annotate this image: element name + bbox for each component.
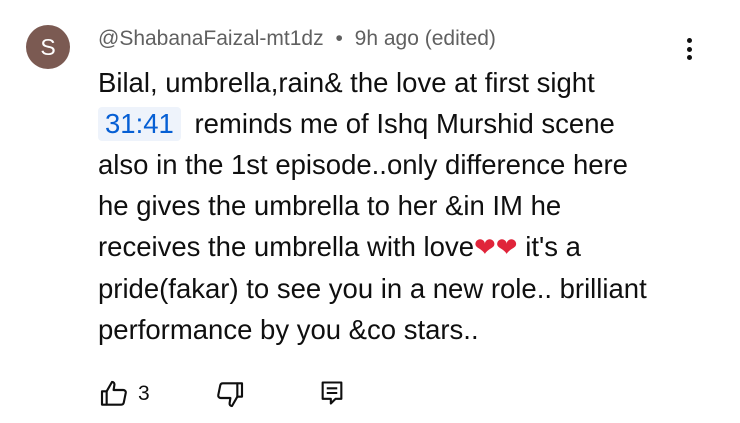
dislike-button[interactable]: [214, 378, 246, 410]
header-separator: •: [335, 27, 343, 50]
vertical-dots-icon[interactable]: [676, 34, 702, 64]
comment-line-2: 31:41 reminds me of Ishq Murshid scene: [98, 103, 708, 144]
comment-line-6: pride(fakar) to see you in a new role.. …: [98, 273, 647, 304]
menu-dot: [686, 55, 692, 60]
comment-line-7: performance by you &co stars..: [98, 314, 479, 345]
menu-dot: [686, 46, 692, 52]
comment-header: @ShabanaFaizal-mt1dz • 9h ago (edited): [98, 27, 496, 51]
heart-emoji: ❤❤: [474, 232, 518, 262]
comment-line-2-text: reminds me of Ishq Murshid scene: [194, 108, 615, 139]
avatar[interactable]: S: [26, 25, 70, 69]
comment-line-5-end: it's a: [525, 231, 581, 262]
comment-line-1: Bilal, umbrella,rain& the love at first …: [98, 67, 595, 98]
comment-line-4: he gives the umbrella to her &in IM he: [98, 190, 562, 221]
reply-icon: [321, 381, 343, 405]
thumb-up-icon: [100, 380, 127, 406]
author-name[interactable]: @ShabanaFaizal-mt1dz: [98, 27, 324, 50]
comment-text: Bilal, umbrella,rain& the love at first …: [98, 62, 708, 350]
comment-time[interactable]: 9h ago (edited): [355, 27, 496, 50]
timestamp-link[interactable]: 31:41: [98, 107, 181, 141]
comment-line-3: also in the 1st episode..only difference…: [98, 149, 628, 180]
like-count: 3: [138, 382, 150, 405]
reply-button[interactable]: [318, 378, 346, 408]
comment: S @ShabanaFaizal-mt1dz • 9h ago (edited)…: [0, 0, 740, 423]
avatar-letter: S: [40, 33, 56, 60]
comment-line-5: receives the umbrella with love❤❤ it's a: [98, 226, 708, 268]
menu-dot: [686, 38, 692, 43]
thumb-down-icon: [217, 382, 244, 408]
like-button[interactable]: 3: [98, 378, 150, 410]
comment-line-5-start: receives the umbrella with love: [98, 231, 475, 262]
